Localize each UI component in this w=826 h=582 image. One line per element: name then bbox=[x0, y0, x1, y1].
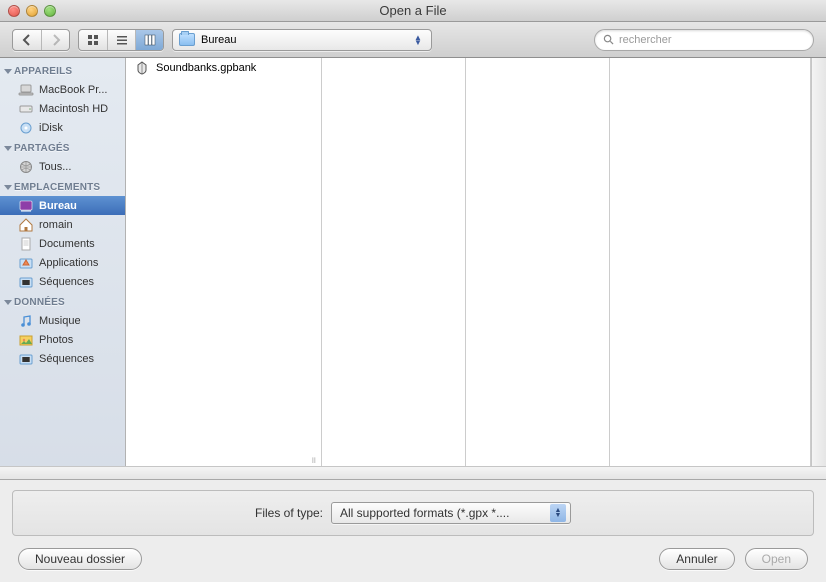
sidebar-item-home[interactable]: romain bbox=[0, 215, 125, 234]
close-icon[interactable] bbox=[8, 5, 20, 17]
zoom-icon[interactable] bbox=[44, 5, 56, 17]
sidebar-item-applications[interactable]: Applications bbox=[0, 253, 125, 272]
search-field[interactable] bbox=[594, 29, 814, 51]
browser-column-3[interactable] bbox=[466, 58, 610, 466]
forward-button[interactable] bbox=[41, 30, 69, 50]
disclosure-triangle-icon bbox=[4, 146, 12, 151]
movies-folder-icon bbox=[18, 274, 34, 290]
laptop-icon bbox=[18, 82, 34, 98]
document-folder-icon bbox=[18, 236, 34, 252]
sidebar-item-label: iDisk bbox=[39, 122, 63, 134]
horizontal-scrollbar[interactable] bbox=[0, 466, 826, 480]
window-title: Open a File bbox=[0, 3, 826, 18]
sidebar-item-label: Macintosh HD bbox=[39, 103, 108, 115]
sidebar-group-label: APPAREILS bbox=[14, 66, 72, 77]
search-input[interactable] bbox=[619, 34, 805, 46]
sidebar-group-media[interactable]: DONNÉES bbox=[0, 293, 125, 311]
sidebar-item-macintosh-hd[interactable]: Macintosh HD bbox=[0, 99, 125, 118]
folder-icon bbox=[179, 33, 195, 46]
updown-icon: ▲▼ bbox=[411, 35, 425, 45]
sidebar: APPAREILS MacBook Pr... Macintosh HD iDi… bbox=[0, 58, 126, 466]
open-button[interactable]: Open bbox=[745, 548, 808, 570]
icon-view-button[interactable] bbox=[79, 30, 107, 50]
sidebar-group-label: PARTAGÉS bbox=[14, 143, 70, 154]
sidebar-item-music[interactable]: Musique bbox=[0, 311, 125, 330]
sidebar-item-label: Bureau bbox=[39, 200, 77, 212]
photos-icon bbox=[18, 332, 34, 348]
window-controls bbox=[8, 5, 56, 17]
applications-folder-icon bbox=[18, 255, 34, 271]
disclosure-triangle-icon bbox=[4, 185, 12, 190]
minimize-icon[interactable] bbox=[26, 5, 38, 17]
vertical-scrollbar[interactable] bbox=[811, 58, 826, 466]
new-folder-button[interactable]: Nouveau dossier bbox=[18, 548, 142, 570]
location-label: Bureau bbox=[201, 34, 236, 46]
back-button[interactable] bbox=[13, 30, 41, 50]
sidebar-item-label: romain bbox=[39, 219, 73, 231]
sidebar-item-label: Musique bbox=[39, 315, 81, 327]
chevron-left-icon bbox=[20, 33, 34, 47]
sidebar-item-documents[interactable]: Documents bbox=[0, 234, 125, 253]
column-browser: Soundbanks.gpbank ॥ bbox=[126, 58, 826, 466]
music-icon bbox=[18, 313, 34, 329]
hdd-icon bbox=[18, 101, 34, 117]
disclosure-triangle-icon bbox=[4, 69, 12, 74]
columns-icon bbox=[143, 33, 157, 47]
browser-column-1[interactable]: Soundbanks.gpbank ॥ bbox=[126, 58, 322, 466]
movies-folder-icon bbox=[18, 351, 34, 367]
sidebar-item-desktop[interactable]: Bureau bbox=[0, 196, 125, 215]
sidebar-item-label: Documents bbox=[39, 238, 95, 250]
dialog-buttons: Nouveau dossier Annuler Open bbox=[0, 542, 826, 582]
nav-buttons bbox=[12, 29, 70, 51]
sidebar-item-idisk[interactable]: iDisk bbox=[0, 118, 125, 137]
desktop-icon bbox=[18, 198, 34, 214]
column-view-button[interactable] bbox=[135, 30, 163, 50]
home-icon bbox=[18, 217, 34, 233]
sidebar-item-label: Photos bbox=[39, 334, 73, 346]
sidebar-item-label: Applications bbox=[39, 257, 98, 269]
disclosure-triangle-icon bbox=[4, 300, 12, 305]
sidebar-item-label: Tous... bbox=[39, 161, 71, 173]
file-row[interactable]: Soundbanks.gpbank bbox=[126, 58, 321, 78]
file-types-value: All supported formats (*.gpx *.... bbox=[340, 506, 509, 520]
sidebar-item-photos[interactable]: Photos bbox=[0, 330, 125, 349]
grid-icon bbox=[86, 33, 100, 47]
sidebar-item-movies-2[interactable]: Séquences bbox=[0, 349, 125, 368]
file-icon bbox=[134, 60, 150, 76]
browser-column-2[interactable] bbox=[322, 58, 466, 466]
sidebar-group-label: DONNÉES bbox=[14, 297, 65, 308]
titlebar: Open a File bbox=[0, 0, 826, 22]
sidebar-group-shared[interactable]: PARTAGÉS bbox=[0, 139, 125, 157]
list-view-button[interactable] bbox=[107, 30, 135, 50]
sidebar-item-movies[interactable]: Séquences bbox=[0, 272, 125, 291]
globe-icon bbox=[18, 159, 34, 175]
toolbar: Bureau ▲▼ bbox=[0, 22, 826, 58]
column-resize-handle[interactable]: ॥ bbox=[307, 452, 321, 466]
file-name: Soundbanks.gpbank bbox=[156, 62, 256, 74]
sidebar-group-label: EMPLACEMENTS bbox=[14, 182, 100, 193]
sidebar-group-devices[interactable]: APPAREILS bbox=[0, 62, 125, 80]
main-area: APPAREILS MacBook Pr... Macintosh HD iDi… bbox=[0, 58, 826, 466]
browser-column-4[interactable] bbox=[610, 58, 811, 466]
idisk-icon bbox=[18, 120, 34, 136]
sidebar-item-label: Séquences bbox=[39, 276, 94, 288]
cancel-button[interactable]: Annuler bbox=[659, 548, 734, 570]
sidebar-item-label: MacBook Pr... bbox=[39, 84, 107, 96]
file-types-panel: Files of type: All supported formats (*.… bbox=[12, 490, 814, 536]
sidebar-item-all[interactable]: Tous... bbox=[0, 157, 125, 176]
sidebar-item-label: Séquences bbox=[39, 353, 94, 365]
file-types-popup[interactable]: All supported formats (*.gpx *.... ▲▼ bbox=[331, 502, 571, 524]
search-icon bbox=[603, 34, 614, 45]
sidebar-item-macbook[interactable]: MacBook Pr... bbox=[0, 80, 125, 99]
list-icon bbox=[115, 33, 129, 47]
chevron-right-icon bbox=[49, 33, 63, 47]
location-popup[interactable]: Bureau ▲▼ bbox=[172, 29, 432, 51]
updown-icon: ▲▼ bbox=[550, 504, 566, 522]
view-mode-buttons bbox=[78, 29, 164, 51]
file-types-label: Files of type: bbox=[255, 506, 323, 520]
sidebar-group-places[interactable]: EMPLACEMENTS bbox=[0, 178, 125, 196]
